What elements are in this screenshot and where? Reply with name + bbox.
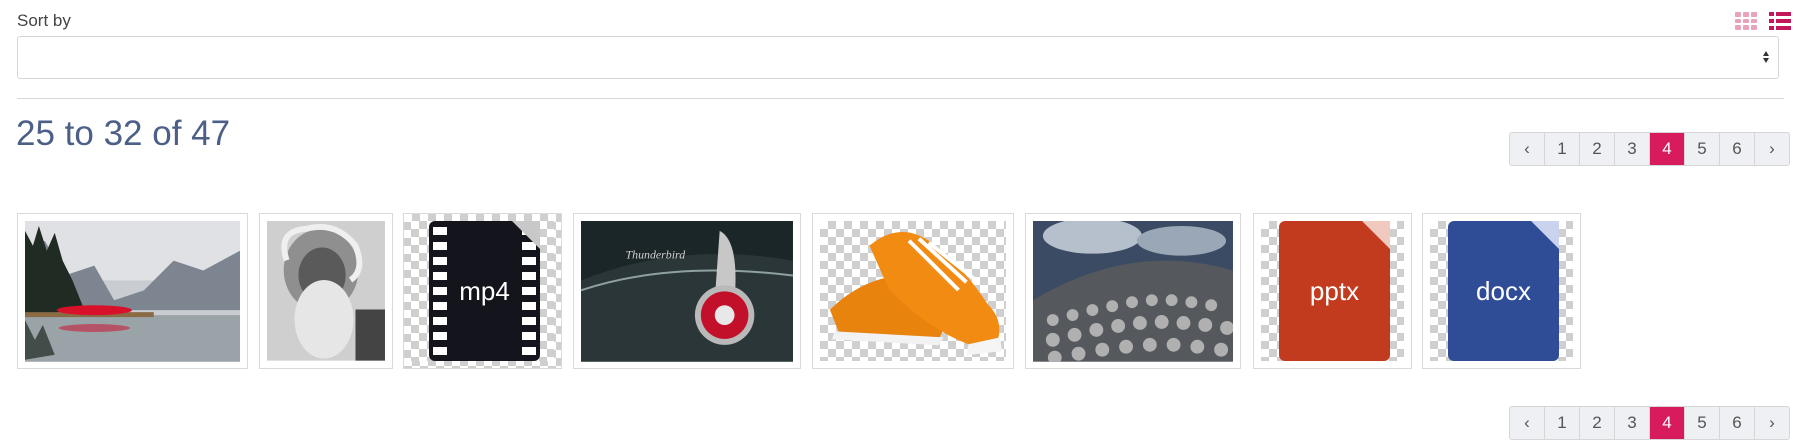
pagination-page-6[interactable]: 6 (1719, 407, 1754, 439)
pagination-page-5[interactable]: 5 (1684, 407, 1719, 439)
view-toggle (1735, 12, 1791, 30)
building-facade-image (1033, 221, 1233, 362)
list-view-icon[interactable] (1769, 12, 1791, 30)
pagination-page-1[interactable]: 1 (1544, 133, 1579, 165)
select-arrows-icon (1763, 51, 1769, 63)
old-man-image (267, 221, 385, 361)
pagination-page-5[interactable]: 5 (1684, 133, 1719, 165)
car-taillight-image: Thunderbird (581, 221, 793, 362)
grid-view-icon[interactable] (1735, 12, 1757, 30)
thumbnail-building-facade[interactable] (1025, 213, 1241, 369)
pagination-page-3[interactable]: 3 (1614, 133, 1649, 165)
video-file-icon: mp4 (429, 221, 540, 361)
sort-select[interactable] (17, 36, 1779, 79)
pagination-page-3[interactable]: 3 (1614, 407, 1649, 439)
document-file-icon: docx (1448, 221, 1559, 361)
pagination-page-1[interactable]: 1 (1544, 407, 1579, 439)
divider (17, 98, 1784, 99)
pagination-page-4[interactable]: 4 (1649, 407, 1684, 439)
pagination-prev[interactable]: ‹ (1510, 133, 1544, 165)
thumbnail-pptx-file[interactable]: pptx (1253, 213, 1412, 369)
sort-by-label: Sort by (17, 11, 71, 30)
result-count: 25 to 32 of 47 (16, 114, 231, 153)
thumbnail-orange-sneakers[interactable] (812, 213, 1014, 369)
pagination-top: ‹ 1 2 3 4 5 6 › (1509, 132, 1790, 166)
presentation-file-icon: pptx (1279, 221, 1390, 361)
thumbnail-old-man-portrait[interactable] (259, 213, 393, 369)
thumbnail-classic-car-taillight[interactable]: Thunderbird (573, 213, 801, 369)
file-type-label: pptx (1309, 275, 1360, 306)
pagination-page-4[interactable]: 4 (1649, 133, 1684, 165)
pagination-page-2[interactable]: 2 (1579, 133, 1614, 165)
file-type-label: mp4 (459, 275, 510, 306)
thumbnail-mp4-file[interactable]: mp4 (403, 213, 562, 369)
svg-text:Thunderbird: Thunderbird (626, 248, 686, 262)
sneakers-image (829, 231, 1003, 356)
pagination-prev[interactable]: ‹ (1510, 407, 1544, 439)
thumbnail-lake-with-red-canoe[interactable] (17, 213, 248, 369)
pagination-next[interactable]: › (1754, 133, 1789, 165)
lake-canoe-image (25, 221, 240, 362)
pagination-page-2[interactable]: 2 (1579, 407, 1614, 439)
file-type-label: docx (1476, 275, 1531, 306)
pagination-bottom: ‹ 1 2 3 4 5 6 › (1509, 406, 1790, 440)
thumbnail-docx-file[interactable]: docx (1422, 213, 1581, 369)
pagination-page-6[interactable]: 6 (1719, 133, 1754, 165)
pagination-next[interactable]: › (1754, 407, 1789, 439)
